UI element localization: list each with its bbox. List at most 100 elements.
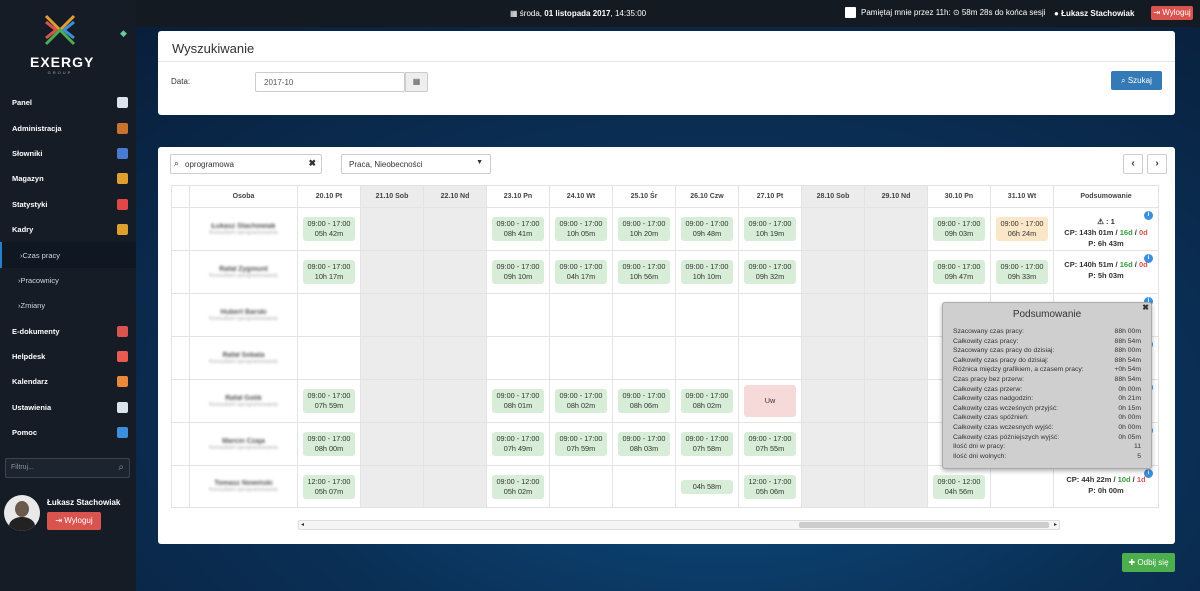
day-cell[interactable]: 09:00 - 17:00 09h 03m xyxy=(927,207,991,251)
person-cell[interactable]: Łukasz Stachowiak Konsultant oprogramowan… xyxy=(189,207,298,251)
shift-block[interactable]: 09:00 - 17:00 10h 56m xyxy=(618,260,670,284)
day-cell[interactable] xyxy=(738,293,802,337)
day-cell[interactable]: 09:00 - 12:00 04h 56m xyxy=(927,465,991,508)
shift-block[interactable]: 09:00 - 17:00 08h 02m xyxy=(555,389,607,413)
day-cell[interactable] xyxy=(360,379,424,423)
day-cell[interactable]: 09:00 - 17:00 09h 33m xyxy=(990,250,1054,294)
sidebar-item-pomoc[interactable]: Pomoc xyxy=(0,420,136,445)
day-cell[interactable] xyxy=(297,293,361,337)
day-cell[interactable]: 09:00 - 12:00 05h 02m xyxy=(486,465,550,508)
calendar-button-icon[interactable]: ▦ xyxy=(405,72,428,92)
day-cell[interactable] xyxy=(423,422,487,466)
pin-icon[interactable]: ◆ xyxy=(120,28,127,39)
day-cell[interactable]: 09:00 - 17:00 08h 06m xyxy=(612,379,676,423)
shift-block[interactable]: 09:00 - 17:00 09h 32m xyxy=(744,260,796,284)
day-cell[interactable] xyxy=(864,293,928,337)
sidebar-item-pracownicy[interactable]: › Pracownicy xyxy=(0,268,136,293)
shift-block[interactable]: 09:00 - 17:00 10h 05m xyxy=(555,217,607,241)
day-cell[interactable] xyxy=(423,379,487,423)
top-user-name[interactable]: ● Łukasz Stachowiak xyxy=(1054,9,1134,18)
day-cell[interactable] xyxy=(549,465,613,508)
day-cell[interactable]: 04h 58m xyxy=(675,465,739,508)
sidebar-item-magazyn[interactable]: Magazyn xyxy=(0,166,136,191)
person-filter-input[interactable]: ⌕ oprogramowa ✖ xyxy=(170,154,322,174)
day-cell[interactable] xyxy=(423,207,487,251)
shift-block[interactable]: 09:00 - 17:00 08h 06m xyxy=(618,389,670,413)
day-cell[interactable] xyxy=(612,465,676,508)
day-cell[interactable]: 09:00 - 17:00 08h 01m xyxy=(486,379,550,423)
leave-block[interactable]: Uw xyxy=(744,385,796,417)
day-cell[interactable]: 09:00 - 17:00 07h 59m xyxy=(297,379,361,423)
close-icon[interactable]: ✖ xyxy=(1142,303,1149,312)
shift-block[interactable]: 04h 58m xyxy=(681,479,733,494)
day-cell[interactable] xyxy=(360,207,424,251)
person-cell[interactable]: Rafał Sobala Konsultant oprogramowania xyxy=(189,336,298,380)
shift-block[interactable]: 09:00 - 17:00 09h 48m xyxy=(681,217,733,241)
day-cell[interactable]: 09:00 - 17:00 05h 42m xyxy=(297,207,361,251)
day-cell[interactable] xyxy=(864,250,928,294)
day-cell[interactable]: 09:00 - 17:00 08h 41m xyxy=(486,207,550,251)
sidebar-item-słowniki[interactable]: Słowniki xyxy=(0,141,136,166)
day-cell[interactable]: 09:00 - 17:00 09h 47m xyxy=(927,250,991,294)
day-cell[interactable] xyxy=(801,293,865,337)
punch-button[interactable]: ✚ Odbij się xyxy=(1122,553,1175,572)
day-cell[interactable]: 09:00 - 17:00 08h 00m xyxy=(297,422,361,466)
shift-block[interactable]: 09:00 - 17:00 08h 02m xyxy=(681,389,733,413)
shift-block[interactable]: 09:00 - 17:00 10h 17m xyxy=(303,260,355,284)
scroll-left-icon[interactable]: ◂ xyxy=(301,521,304,528)
sidebar-item-ustawienia[interactable]: Ustawienia xyxy=(0,395,136,420)
shift-block[interactable]: 09:00 - 17:00 08h 41m xyxy=(492,217,544,241)
day-cell[interactable]: 09:00 - 17:00 10h 56m xyxy=(612,250,676,294)
top-logout-button[interactable]: ⇥ Wyloguj xyxy=(1151,6,1193,20)
shift-block[interactable]: 09:00 - 17:00 07h 59m xyxy=(555,432,607,456)
avatar[interactable] xyxy=(4,495,40,531)
day-cell[interactable]: Uw xyxy=(738,379,802,423)
clear-icon[interactable]: ✖ xyxy=(308,158,316,169)
type-select[interactable]: Praca, Nieobecności ▼ xyxy=(341,154,491,174)
sidebar-filter-input[interactable]: Filtruj... ⌕ xyxy=(5,458,130,478)
day-cell[interactable]: 09:00 - 17:00 10h 20m xyxy=(612,207,676,251)
day-cell[interactable] xyxy=(675,293,739,337)
sidebar-item-czas-pracy[interactable]: › Czas pracy xyxy=(0,242,136,268)
scroll-thumb[interactable] xyxy=(799,522,1049,528)
day-cell[interactable]: 09:00 - 17:00 07h 55m xyxy=(738,422,802,466)
day-cell[interactable] xyxy=(864,465,928,508)
sidebar-item-zmiany[interactable]: › Zmiany xyxy=(0,293,136,318)
shift-block[interactable]: 09:00 - 17:00 07h 58m xyxy=(681,432,733,456)
shift-block[interactable]: 09:00 - 17:00 04h 17m xyxy=(555,260,607,284)
shift-block[interactable]: 09:00 - 17:00 07h 55m xyxy=(744,432,796,456)
day-cell[interactable] xyxy=(360,250,424,294)
remember-checkbox[interactable] xyxy=(845,7,856,18)
horizontal-scrollbar[interactable]: ◂ ▸ xyxy=(298,520,1060,530)
day-cell[interactable] xyxy=(864,207,928,251)
shift-block[interactable]: 09:00 - 17:00 10h 19m xyxy=(744,217,796,241)
day-cell[interactable] xyxy=(360,422,424,466)
shift-block[interactable]: 09:00 - 17:00 08h 03m xyxy=(618,432,670,456)
day-cell[interactable]: 09:00 - 17:00 08h 02m xyxy=(549,379,613,423)
day-cell[interactable] xyxy=(423,293,487,337)
day-cell[interactable] xyxy=(297,336,361,380)
sidebar-item-kalendarz[interactable]: Kalendarz xyxy=(0,369,136,394)
day-cell[interactable] xyxy=(801,336,865,380)
remember-me[interactable]: Pamiętaj mnie przez 11h: ⊙ 58m 28s do ko… xyxy=(845,7,1045,18)
shift-block[interactable]: 12:00 - 17:00 05h 06m xyxy=(744,474,796,499)
day-cell[interactable] xyxy=(675,336,739,380)
day-cell[interactable] xyxy=(990,465,1054,508)
sidebar-logout-button[interactable]: ⇥ Wyloguj xyxy=(47,512,101,530)
day-cell[interactable]: 09:00 - 17:00 07h 58m xyxy=(675,422,739,466)
day-cell[interactable]: 09:00 - 17:00 09h 48m xyxy=(675,207,739,251)
person-cell[interactable]: Tomasz Nowiński Konsultant oprogramowania xyxy=(189,465,298,508)
day-cell[interactable] xyxy=(801,379,865,423)
person-cell[interactable]: Rafał Zygmunt Konsultant oprogramowania xyxy=(189,250,298,294)
shift-block[interactable]: 09:00 - 17:00 07h 59m xyxy=(303,389,355,413)
day-cell[interactable]: 09:00 - 17:00 10h 10m xyxy=(675,250,739,294)
shift-block[interactable]: 09:00 - 17:00 06h 24m xyxy=(996,217,1048,241)
day-cell[interactable] xyxy=(360,465,424,508)
shift-block[interactable]: 09:00 - 17:00 08h 00m xyxy=(303,432,355,456)
shift-block[interactable]: 09:00 - 17:00 07h 49m xyxy=(492,432,544,456)
day-cell[interactable]: 09:00 - 17:00 10h 17m xyxy=(297,250,361,294)
shift-block[interactable]: 09:00 - 17:00 10h 20m xyxy=(618,217,670,241)
date-input[interactable]: 2017-10 xyxy=(255,72,405,92)
day-cell[interactable] xyxy=(549,336,613,380)
shift-block[interactable]: 12:00 - 17:00 05h 07m xyxy=(303,474,355,499)
